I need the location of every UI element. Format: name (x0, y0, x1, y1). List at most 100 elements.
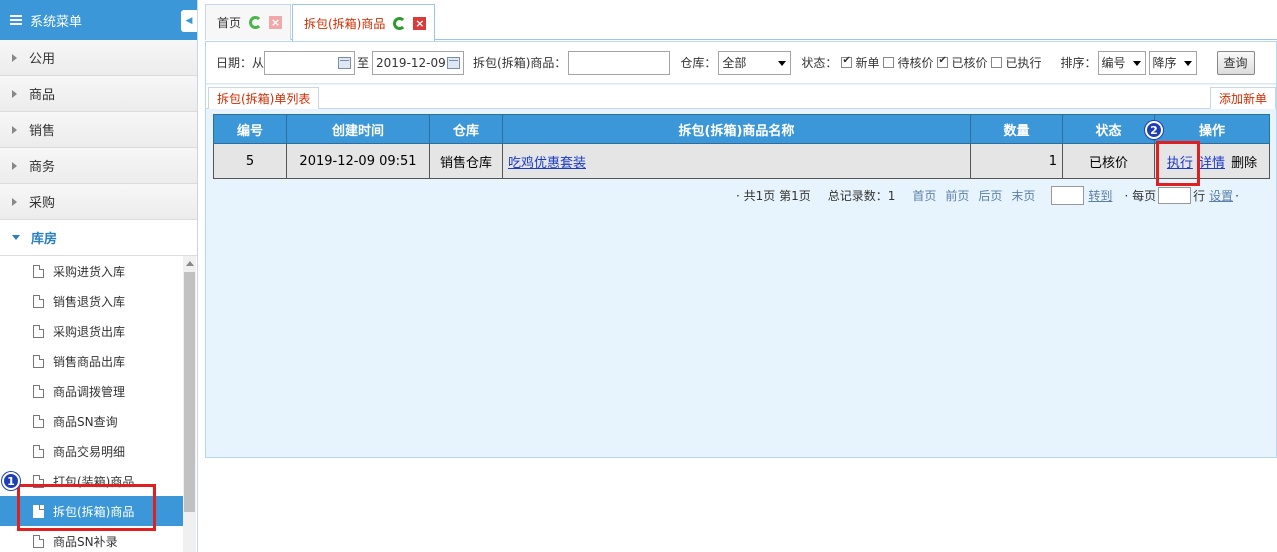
delete-link[interactable]: 删除 (1231, 156, 1257, 171)
date-from-label: 日期：从 (216, 56, 265, 70)
scroll-up-icon[interactable] (186, 261, 194, 266)
calendar-icon[interactable] (447, 56, 461, 69)
sidebar-scrollbar[interactable] (183, 256, 196, 552)
tab-unpack-list[interactable]: 拆包(拆箱)单列表 (208, 87, 320, 109)
document-icon (33, 324, 44, 338)
column-header-warehouse[interactable]: 仓库 (429, 114, 503, 144)
first-page-link[interactable]: 首页 (912, 187, 936, 204)
chevron-right-icon (12, 161, 17, 170)
document-icon (33, 294, 44, 308)
close-icon[interactable]: × (413, 16, 427, 30)
pager-tail: · (1235, 188, 1239, 203)
sidebar-item-sales-out[interactable]: 销售商品出库 (0, 346, 184, 376)
tab-label: 首页 (217, 16, 242, 30)
status-priced-checkbox[interactable] (937, 55, 949, 68)
document-icon (33, 534, 44, 548)
close-icon[interactable]: × (269, 16, 283, 29)
cell-warehouse: 销售仓库 (429, 143, 503, 179)
cell-id: 5 (213, 143, 287, 179)
tab-unpack[interactable]: 拆包(拆箱)商品 × (292, 4, 436, 41)
sidebar-group-label: 商品 (29, 88, 56, 103)
settings-link[interactable]: 设置 (1209, 187, 1233, 204)
sidebar-group-warehouse[interactable]: 库房 (0, 220, 197, 256)
chevron-right-icon (12, 197, 17, 206)
goto-link[interactable]: 转到 (1088, 187, 1112, 204)
column-header-created[interactable]: 创建时间 (286, 114, 430, 144)
status-pending-price-checkbox[interactable] (883, 57, 895, 68)
scrollbar-thumb[interactable] (184, 272, 195, 512)
cell-created: 2019-12-09 09:51 (286, 143, 430, 179)
chevron-left-icon[interactable]: ◀ (181, 10, 197, 32)
sidebar-item-sales-return-in[interactable]: 销售退货入库 (0, 286, 184, 316)
chevron-down-icon (12, 235, 20, 240)
sidebar-item-label: 采购进货入库 (53, 264, 126, 279)
menu-icon (10, 15, 22, 25)
product-input[interactable] (568, 50, 671, 75)
sidebar-group-label: 库房 (31, 232, 58, 247)
sidebar-item-label: 采购退货出库 (53, 324, 126, 339)
sidebar-group-label: 商务 (29, 160, 56, 175)
sidebar-group-public[interactable]: 公用 (0, 40, 197, 76)
detail-link[interactable]: 详情 (1199, 156, 1225, 171)
sort-field-value: 编号 (1101, 56, 1126, 70)
sort-order-select[interactable]: 降序 (1148, 50, 1197, 75)
warehouse-value: 全部 (722, 56, 747, 70)
column-header-id[interactable]: 编号 (213, 114, 287, 144)
cell-status: 已核价 (1062, 143, 1155, 179)
column-header-qty[interactable]: 数量 (970, 114, 1063, 144)
step-badge-1: 1 (2, 472, 20, 490)
chevron-right-icon (12, 125, 17, 134)
column-header-product-name[interactable]: 拆包(拆箱)商品名称 (502, 114, 971, 144)
sidebar-header: 系统菜单 ◀ (0, 0, 197, 40)
product-name-link[interactable]: 吃鸡优惠套装 (508, 156, 586, 171)
highlight-box-2 (1156, 141, 1200, 186)
highlight-box-1 (17, 484, 156, 531)
prev-page-link[interactable]: 前页 (945, 187, 969, 204)
date-to-input[interactable]: 2019-12-09 (372, 50, 465, 75)
sidebar-item-purchase-in[interactable]: 采购进货入库 (0, 256, 184, 286)
date-to-label: 至 (357, 56, 370, 70)
status-executed-label: 已执行 (1005, 56, 1042, 70)
product-label: 拆包(拆箱)商品： (473, 56, 567, 70)
cell-qty: 1 (970, 143, 1063, 179)
column-header-status[interactable]: 状态 (1062, 114, 1155, 144)
sort-order-value: 降序 (1152, 56, 1177, 70)
sidebar-item-purchase-return-out[interactable]: 采购退货出库 (0, 316, 184, 346)
status-pending-price-label: 待核价 (897, 56, 934, 70)
date-from-input[interactable] (264, 50, 356, 75)
sort-field-select[interactable]: 编号 (1097, 50, 1146, 75)
sidebar-group-product[interactable]: 商品 (0, 76, 197, 112)
sidebar-group-sales[interactable]: 销售 (0, 112, 197, 148)
record-total: 总记录数：1 (827, 189, 896, 203)
warehouse-select[interactable]: 全部 (718, 50, 792, 75)
per-page-label: · 每页 (1124, 189, 1157, 203)
tab-bar: 首页 × 拆包(拆箱)商品 × (205, 0, 1277, 41)
sidebar-item-sn-query[interactable]: 商品SN查询 (0, 406, 184, 436)
document-icon (33, 414, 44, 428)
pagination: · 共1页 第1页 总记录数：1 首页 前页 后页 末页 转到 · 每页 行 设… (736, 186, 1239, 205)
query-button[interactable]: 查询 (1216, 50, 1255, 75)
sidebar-group-business[interactable]: 商务 (0, 148, 197, 184)
chevron-right-icon (12, 89, 17, 98)
calendar-icon[interactable] (338, 56, 352, 69)
next-page-link[interactable]: 后页 (978, 187, 1002, 204)
per-page-input[interactable] (1158, 187, 1192, 204)
tab-home[interactable]: 首页 × (205, 4, 292, 40)
content-panel: 日期：从 至 2019-12-09 拆包(拆箱)商品： 仓库： 全部 状态： 新… (205, 41, 1277, 458)
cell-product-name: 吃鸡优惠套装 (502, 143, 971, 179)
sidebar-group-label: 采购 (29, 196, 56, 211)
list-tabs: 拆包(拆箱)单列表 添加新单 (206, 85, 1276, 109)
status-executed-checkbox[interactable] (991, 57, 1003, 68)
divider (206, 108, 1276, 109)
sidebar-item-transfer[interactable]: 商品调拨管理 (0, 376, 184, 406)
sidebar-item-label: 商品交易明细 (53, 444, 126, 459)
goto-page-input[interactable] (1051, 186, 1085, 205)
refresh-icon[interactable] (393, 16, 407, 30)
sidebar-group-purchase[interactable]: 采购 (0, 184, 197, 220)
refresh-icon[interactable] (249, 16, 263, 29)
step-badge-2: 2 (1145, 121, 1163, 139)
add-new-button[interactable]: 添加新单 (1209, 87, 1276, 109)
sidebar-item-transaction-detail[interactable]: 商品交易明细 (0, 436, 184, 466)
status-new-checkbox[interactable] (841, 55, 853, 68)
last-page-link[interactable]: 末页 (1011, 187, 1035, 204)
